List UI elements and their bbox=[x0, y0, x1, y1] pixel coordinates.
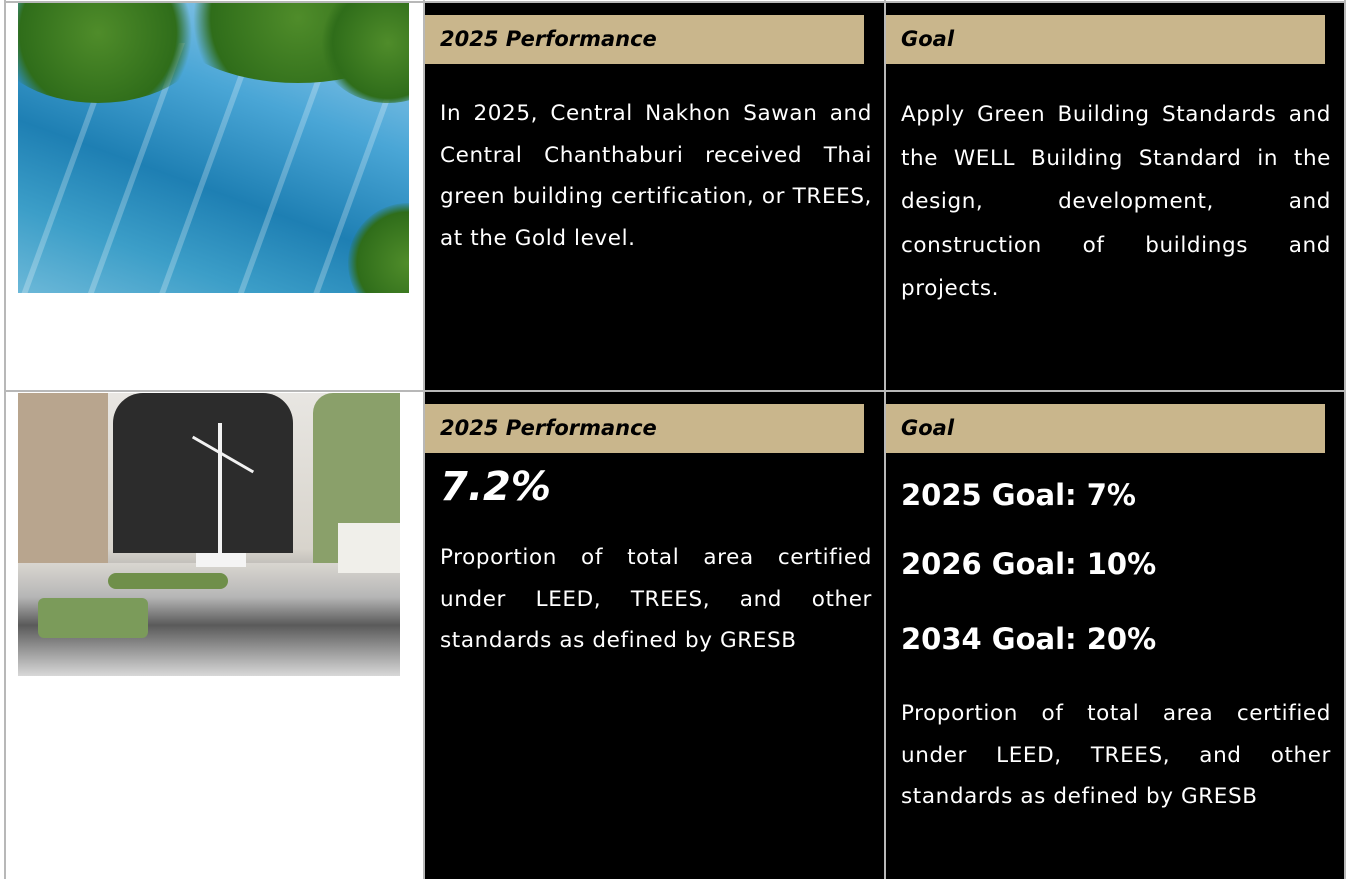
performance-label: 2025 Performance bbox=[425, 404, 864, 453]
table-row-divider bbox=[4, 390, 1346, 392]
row2-performance-cell: 2025 Performance 7.2% Proportion of tota… bbox=[425, 392, 885, 879]
goal-label: Goal bbox=[886, 15, 1325, 64]
performance-value: 7.2% bbox=[440, 464, 551, 510]
goal-2025: 2025 Goal: 7% bbox=[901, 478, 1136, 512]
row2-goal-cell: Goal 2025 Goal: 7% 2026 Goal: 10% 2034 G… bbox=[886, 392, 1346, 879]
row1-goal-cell: Goal Apply Green Building Standards and … bbox=[886, 2, 1346, 391]
performance-text: Proportion of total area certified under… bbox=[440, 545, 872, 653]
wind-turbine-model-photo bbox=[18, 393, 400, 676]
row1-performance-cell: 2025 Performance In 2025, Central Nakhon… bbox=[425, 2, 885, 391]
performance-text: In 2025, Central Nakhon Sawan and Centra… bbox=[440, 101, 872, 251]
table-border-top bbox=[4, 1, 1346, 3]
goal-2026: 2026 Goal: 10% bbox=[901, 547, 1157, 581]
goal-label: Goal bbox=[886, 404, 1325, 453]
goal-text: Apply Green Building Standards and the W… bbox=[901, 102, 1331, 301]
table-divider-1 bbox=[423, 0, 425, 879]
performance-label: 2025 Performance bbox=[425, 15, 864, 64]
glass-building-photo bbox=[18, 3, 409, 293]
table-divider-2 bbox=[884, 0, 886, 879]
table-border-left bbox=[4, 0, 6, 879]
sustainability-table: 2025 Performance In 2025, Central Nakhon… bbox=[0, 0, 1346, 879]
goal-2034: 2034 Goal: 20% bbox=[901, 622, 1157, 656]
goal-text: Proportion of total area certified under… bbox=[901, 701, 1331, 809]
